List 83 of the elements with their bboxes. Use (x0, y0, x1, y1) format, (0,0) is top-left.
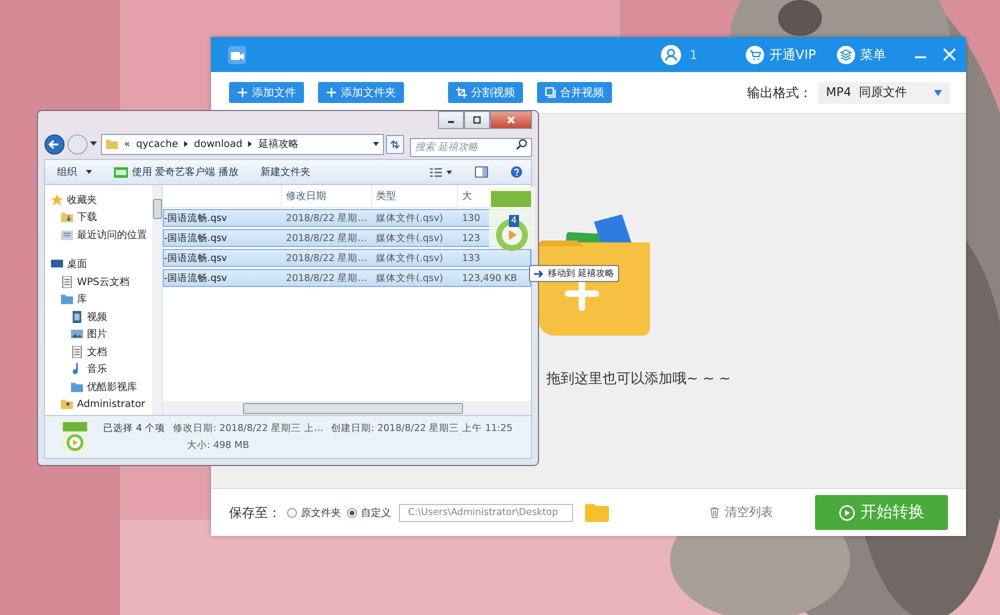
scrollbar-thumb[interactable] (153, 199, 162, 219)
camera-icon (227, 44, 247, 64)
caret-icon (86, 170, 92, 174)
cart-icon (745, 44, 766, 64)
nav-item[interactable]: 音乐 (45, 360, 152, 378)
file-row[interactable]: -国语流畅.qsv 2018/8/22 星期... 媒体文件(.qsv) 133 (163, 249, 531, 267)
format-dropdown[interactable]: MP4 同原文件 (818, 82, 950, 104)
nav-item[interactable]: 桌面 (45, 256, 152, 273)
maximize-icon (472, 115, 482, 125)
refresh-icon[interactable] (386, 134, 404, 154)
crop-icon (456, 87, 467, 98)
plus-icon (326, 87, 337, 98)
user-icon (61, 398, 73, 410)
nav-item[interactable]: 文档 (45, 343, 152, 360)
minimize-button[interactable] (438, 111, 464, 129)
modified-date: 修改日期: 2018/8/22 星期三 上... (173, 422, 324, 435)
scrollbar[interactable] (152, 185, 162, 415)
caret-icon (934, 90, 942, 96)
path-field[interactable]: C:\Users\Administrator\Desktop (399, 504, 573, 522)
video-icon (71, 310, 83, 323)
maximize-button[interactable] (464, 111, 490, 129)
doc-icon (71, 346, 83, 358)
toolbar-button[interactable]: 新建文件夹 (260, 165, 310, 179)
close-icon (506, 115, 516, 125)
column-header[interactable]: 类型 (371, 185, 457, 207)
toolbar-button[interactable]: 组织 (57, 165, 92, 179)
play-icon (838, 504, 854, 520)
nav-item[interactable]: 图片 (45, 326, 152, 343)
star-icon (51, 194, 63, 206)
view-options-icon[interactable] (429, 166, 453, 178)
nav-item[interactable]: 收藏夹 (45, 191, 152, 208)
folder-icon (71, 380, 83, 393)
clear-list-button[interactable]: 清空列表 (703, 503, 779, 522)
column-header[interactable]: 大 (457, 185, 472, 207)
plus-icon (237, 87, 248, 98)
copy-icon (545, 87, 556, 98)
output-format-label: 输出格式： (747, 84, 812, 102)
back-button[interactable] (44, 134, 65, 154)
folder-icon (106, 138, 118, 150)
nav-item[interactable]: 优酷影视库 (45, 378, 152, 396)
save-to-label: 保存至： (229, 504, 281, 522)
user-icon[interactable] (660, 44, 682, 66)
video-file-icon (61, 420, 89, 454)
radio-option[interactable]: 自定义 (347, 506, 391, 520)
address-bar[interactable]: « qycache download 延禧攻略 (101, 134, 384, 154)
arrow-icon (534, 270, 544, 278)
doc-icon (61, 276, 73, 288)
total-size: 大小: 498 MB (186, 439, 250, 452)
search-icon[interactable] (516, 138, 528, 150)
radio-option[interactable]: 原文件夹 (287, 506, 341, 520)
nav-item[interactable]: WPS云文档 (45, 273, 152, 290)
dropdown-icon[interactable] (90, 141, 97, 147)
nav-item[interactable]: 视频 (45, 308, 152, 326)
move-tooltip: 移动到 延禧攻略 (529, 265, 619, 282)
count-badge: 4 (509, 215, 519, 227)
nav-item[interactable]: 最近访问的位置 (45, 226, 152, 244)
desktop-icon (51, 258, 63, 270)
nav-item[interactable]: 下载 (45, 208, 152, 226)
image-icon (71, 328, 83, 340)
recent-icon (61, 228, 73, 241)
help-icon[interactable] (510, 166, 523, 178)
toolbar-button[interactable]: 使用 爱奇艺客户端 播放 (114, 165, 238, 179)
preview-pane-icon[interactable] (475, 166, 488, 178)
nav-item[interactable]: Administrator (45, 396, 152, 413)
column-header[interactable]: 修改日期 (281, 185, 371, 207)
caret-icon[interactable] (373, 142, 379, 146)
chevron-icon[interactable] (248, 141, 252, 147)
layers-icon (836, 44, 856, 64)
download-icon (61, 211, 73, 224)
scrollbar[interactable] (163, 401, 531, 415)
selection-count: 已选择 4 个项 (103, 422, 166, 435)
close-button[interactable] (490, 111, 532, 129)
close-icon[interactable] (943, 48, 956, 61)
scrollbar-thumb[interactable] (243, 403, 463, 414)
app-icon (114, 166, 128, 178)
folder-icon (61, 293, 73, 306)
file-row[interactable]: -国语流畅.qsv 2018/8/22 星期... 媒体文件(.qsv) 123,490 KB (163, 269, 531, 287)
drop-hint: 拖到这里也可以添加哦~ ~ ~ (545, 370, 731, 388)
trash-icon (709, 507, 720, 518)
chevron-icon[interactable] (184, 141, 188, 147)
nav-item[interactable]: 库 (45, 290, 152, 308)
search-field[interactable]: 搜索 延禧攻略 (410, 138, 532, 156)
created-date: 创建日期: 2018/8/22 星期三 上午 11:25 (331, 422, 512, 435)
